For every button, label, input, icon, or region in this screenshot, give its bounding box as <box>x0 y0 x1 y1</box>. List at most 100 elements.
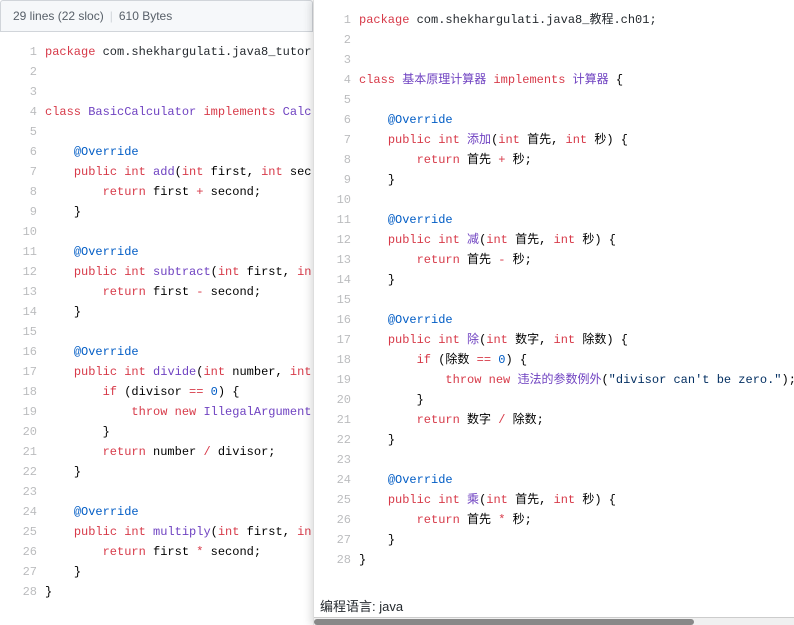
code-line[interactable]: } <box>45 302 312 322</box>
code-line[interactable]: @Override <box>45 142 312 162</box>
horizontal-scrollbar[interactable] <box>314 617 794 625</box>
code-line[interactable]: class BasicCalculator implements Calc <box>45 102 312 122</box>
line-number: 1 <box>322 10 351 30</box>
code-line[interactable] <box>45 322 312 342</box>
code-line[interactable]: public int 除(int 数字, int 除数) { <box>359 330 794 350</box>
code-line[interactable]: } <box>359 550 794 570</box>
code-line[interactable]: return 数字 / 除数; <box>359 410 794 430</box>
line-number: 12 <box>322 230 351 250</box>
code-line[interactable]: public int subtract(int first, in <box>45 262 312 282</box>
code-line[interactable]: } <box>45 582 312 602</box>
line-number: 28 <box>322 550 351 570</box>
code-line[interactable]: package com.shekhargulati.java8_tutor <box>45 42 312 62</box>
line-number: 18 <box>322 350 351 370</box>
code-line[interactable]: public int multiply(int first, in <box>45 522 312 542</box>
code-line[interactable]: public int 乘(int 首先, int 秒) { <box>359 490 794 510</box>
code-line[interactable] <box>359 30 794 50</box>
line-number: 2 <box>8 62 37 82</box>
line-number: 7 <box>8 162 37 182</box>
line-number: 13 <box>8 282 37 302</box>
code-line[interactable]: @Override <box>359 470 794 490</box>
line-number: 27 <box>322 530 351 550</box>
code-line[interactable]: package com.shekhargulati.java8_教程.ch01; <box>359 10 794 30</box>
lines-count: 29 lines (22 sloc) <box>13 9 104 23</box>
code-line[interactable]: } <box>45 202 312 222</box>
code-line[interactable] <box>45 62 312 82</box>
code-line[interactable] <box>45 122 312 142</box>
line-number: 9 <box>8 202 37 222</box>
code-line[interactable] <box>359 90 794 110</box>
code-line[interactable]: @Override <box>359 110 794 130</box>
line-number: 22 <box>322 430 351 450</box>
code-line[interactable]: return first - second; <box>45 282 312 302</box>
right-code-area[interactable]: 1234567891011121314151617181920212223242… <box>314 0 794 580</box>
code-line[interactable]: @Override <box>45 502 312 522</box>
code-line[interactable]: @Override <box>359 310 794 330</box>
line-number: 8 <box>322 150 351 170</box>
code-line[interactable]: return 首先 * 秒; <box>359 510 794 530</box>
code-line[interactable]: } <box>359 390 794 410</box>
line-number: 5 <box>8 122 37 142</box>
left-code-lines[interactable]: package com.shekhargulati.java8_tutorcla… <box>45 32 312 612</box>
code-line[interactable] <box>359 290 794 310</box>
code-line[interactable]: @Override <box>45 242 312 262</box>
line-number: 21 <box>322 410 351 430</box>
line-number: 25 <box>322 490 351 510</box>
right-code-panel: 1234567891011121314151617181920212223242… <box>313 0 794 625</box>
line-number: 12 <box>8 262 37 282</box>
line-number: 28 <box>8 582 37 602</box>
line-number: 6 <box>8 142 37 162</box>
code-line[interactable]: public int divide(int number, int <box>45 362 312 382</box>
code-line[interactable]: return first * second; <box>45 542 312 562</box>
left-line-numbers: 1234567891011121314151617181920212223242… <box>0 32 45 612</box>
left-code-area[interactable]: 1234567891011121314151617181920212223242… <box>0 32 313 612</box>
line-number: 3 <box>8 82 37 102</box>
code-line[interactable]: return 首先 + 秒; <box>359 150 794 170</box>
code-line[interactable]: throw new 违法的参数例外("divisor can't be zero… <box>359 370 794 390</box>
code-line[interactable]: } <box>359 430 794 450</box>
code-line[interactable]: } <box>359 270 794 290</box>
line-number: 26 <box>322 510 351 530</box>
line-number: 27 <box>8 562 37 582</box>
file-header: 29 lines (22 sloc) | 610 Bytes <box>0 0 313 32</box>
line-number: 23 <box>8 482 37 502</box>
code-line[interactable] <box>45 482 312 502</box>
line-number: 20 <box>8 422 37 442</box>
line-number: 16 <box>322 310 351 330</box>
code-line[interactable]: } <box>45 422 312 442</box>
line-number: 22 <box>8 462 37 482</box>
code-line[interactable]: public int 减(int 首先, int 秒) { <box>359 230 794 250</box>
left-code-panel: 29 lines (22 sloc) | 610 Bytes 123456789… <box>0 0 313 625</box>
code-line[interactable]: return number / divisor; <box>45 442 312 462</box>
line-number: 1 <box>8 42 37 62</box>
line-number: 26 <box>8 542 37 562</box>
code-line[interactable]: public int add(int first, int sec <box>45 162 312 182</box>
right-code-lines[interactable]: package com.shekhargulati.java8_教程.ch01;… <box>359 0 794 580</box>
line-number: 18 <box>8 382 37 402</box>
code-line[interactable]: class 基本原理计算器 implements 计算器 { <box>359 70 794 90</box>
code-line[interactable]: @Override <box>45 342 312 362</box>
code-line[interactable]: throw new IllegalArgument <box>45 402 312 422</box>
line-number: 17 <box>8 362 37 382</box>
code-line[interactable]: } <box>359 170 794 190</box>
code-line[interactable] <box>359 50 794 70</box>
code-line[interactable]: } <box>359 530 794 550</box>
code-line[interactable]: return first + second; <box>45 182 312 202</box>
line-number: 4 <box>8 102 37 122</box>
code-line[interactable]: if (除数 == 0) { <box>359 350 794 370</box>
line-number: 24 <box>322 470 351 490</box>
code-line[interactable] <box>45 82 312 102</box>
code-line[interactable]: return 首先 - 秒; <box>359 250 794 270</box>
code-line[interactable] <box>45 222 312 242</box>
code-line[interactable]: } <box>45 462 312 482</box>
code-line[interactable]: if (divisor == 0) { <box>45 382 312 402</box>
code-line[interactable] <box>359 190 794 210</box>
line-number: 8 <box>8 182 37 202</box>
code-line[interactable]: @Override <box>359 210 794 230</box>
line-number: 11 <box>8 242 37 262</box>
code-line[interactable]: } <box>45 562 312 582</box>
line-number: 24 <box>8 502 37 522</box>
code-line[interactable]: public int 添加(int 首先, int 秒) { <box>359 130 794 150</box>
code-line[interactable] <box>359 450 794 470</box>
scrollbar-thumb[interactable] <box>314 619 694 625</box>
